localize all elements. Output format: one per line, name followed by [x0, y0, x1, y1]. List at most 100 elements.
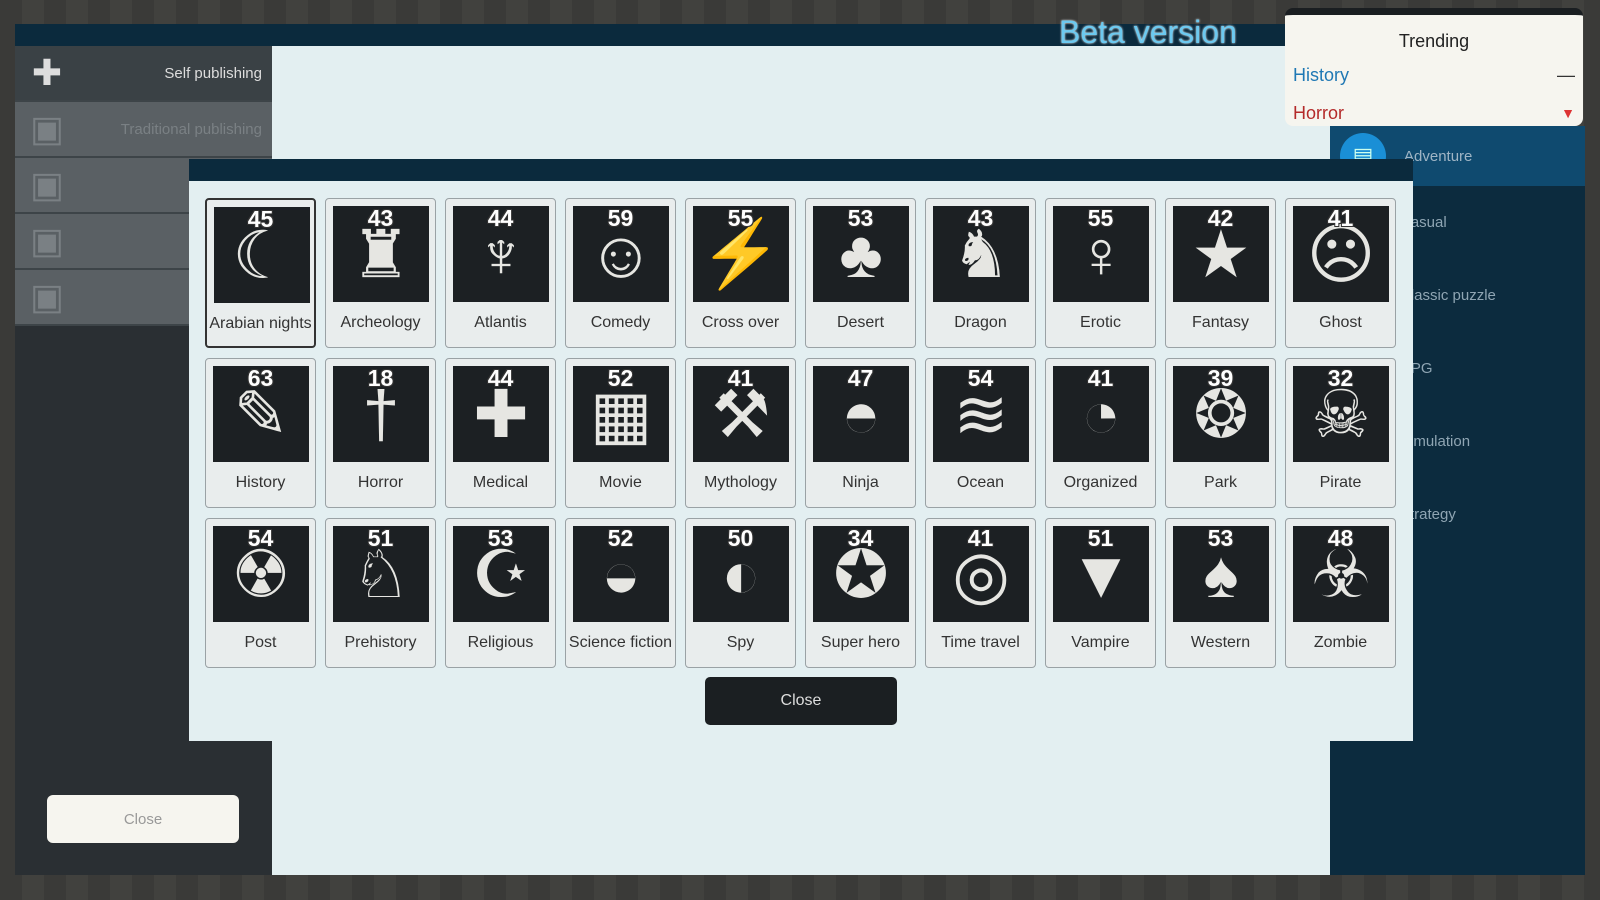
genre-score: 47 — [847, 365, 874, 391]
lock-icon: ▣ — [29, 220, 64, 261]
genre-label: Medical — [472, 474, 529, 491]
genre-score: 54 — [247, 525, 274, 551]
genre-card[interactable]: ◒ 52 Science fiction — [565, 518, 676, 668]
genre-score: 41 — [727, 365, 754, 391]
genre-card[interactable]: ☠ 32 Pirate — [1285, 358, 1396, 508]
genre-card[interactable]: ♘ 51 Prehistory — [325, 518, 436, 668]
genre-score: 18 — [367, 365, 394, 391]
genre-label: Archeology — [340, 314, 421, 331]
genre-label: Religious — [467, 634, 534, 651]
category-label: Adventure — [1404, 147, 1473, 165]
genre-score: 43 — [367, 205, 394, 231]
genre-card[interactable]: ♣ 53 Desert — [805, 198, 916, 348]
genre-label: Ghost — [1319, 314, 1362, 331]
genre-label: Vampire — [1071, 634, 1130, 651]
genre-score: 53 — [847, 205, 874, 231]
genre-score: 50 — [727, 525, 754, 551]
genre-label: Comedy — [590, 314, 651, 331]
trending-title: Trending — [1398, 31, 1470, 51]
plus-icon: ✚ — [31, 52, 63, 93]
genre-score: 51 — [1087, 525, 1114, 551]
genre-card[interactable]: ♀ 55 Erotic — [1045, 198, 1156, 348]
genre-card[interactable]: ▦ 52 Movie — [565, 358, 676, 508]
trending-label: History — [1293, 64, 1350, 85]
genre-label: History — [235, 474, 286, 491]
steady-icon: — — [1557, 64, 1575, 85]
genre-label: Time travel — [941, 634, 1020, 651]
genre-score: 54 — [967, 365, 994, 391]
genre-card[interactable]: ♞ 43 Dragon — [925, 198, 1036, 348]
genre-dialog: ☾ 45 Arabian nights ♜ 43 Archeology ♆ 44 Atlanti… — [189, 159, 1413, 741]
genre-card[interactable]: ✚ 44 Medical — [445, 358, 556, 508]
genre-score: 39 — [1207, 365, 1234, 391]
genre-card[interactable]: ❂ 39 Park — [1165, 358, 1276, 508]
genre-card[interactable]: ⚡ 55 Cross over — [685, 198, 796, 348]
trending-label: Horror — [1293, 102, 1345, 123]
close-button[interactable]: Close — [705, 677, 897, 725]
genre-label: Science fiction — [568, 634, 673, 651]
genre-card[interactable]: ☾ 45 Arabian nights — [205, 198, 316, 348]
genre-card[interactable]: ♠ 53 Western — [1165, 518, 1276, 668]
lock-icon: ▣ — [29, 276, 64, 317]
genre-label: Park — [1204, 474, 1237, 491]
genre-label: Cross over — [701, 314, 780, 331]
genre-score: 32 — [1327, 365, 1354, 391]
genre-card[interactable]: ☹ 41 Ghost — [1285, 198, 1396, 348]
genre-label: Mythology — [704, 474, 777, 491]
genre-score: 53 — [1207, 525, 1234, 551]
sidebar-item[interactable]: ✚ Self publishing — [15, 46, 272, 102]
down-arrow-icon: ▼ — [1561, 105, 1575, 121]
genre-card[interactable]: ⚒ 41 Mythology — [685, 358, 796, 508]
genre-label: Desert — [836, 314, 885, 331]
genre-label: Zombie — [1313, 634, 1368, 651]
trending-item: Horror ▼ — [1285, 98, 1583, 128]
genre-label: Western — [1190, 634, 1251, 651]
genre-card[interactable]: ◓ 47 Ninja — [805, 358, 916, 508]
dialog-header — [189, 159, 1413, 181]
genre-score: 51 — [367, 525, 394, 551]
genre-card[interactable]: ≋ 54 Ocean — [925, 358, 1036, 508]
genre-card[interactable]: ◐ 50 Spy — [685, 518, 796, 668]
trending-panel: Trending History — Horror ▼ — [1285, 8, 1583, 126]
trending-item: History — — [1285, 60, 1583, 90]
genre-score: 52 — [607, 365, 634, 391]
genre-score: 52 — [607, 525, 634, 551]
genre-card[interactable]: ♆ 44 Atlantis — [445, 198, 556, 348]
genre-card[interactable]: ▼ 51 Vampire — [1045, 518, 1156, 668]
genre-card[interactable]: ◎ 41 Time travel — [925, 518, 1036, 668]
genre-score: 34 — [847, 525, 874, 551]
genre-label: Atlantis — [474, 314, 527, 331]
sidebar-close-button[interactable]: Close — [47, 795, 239, 843]
genre-card[interactable]: ✪ 34 Super hero — [805, 518, 916, 668]
genre-score: 45 — [247, 206, 274, 232]
genre-label: Movie — [599, 474, 642, 491]
genre-card[interactable]: ◔ 41 Organized — [1045, 358, 1156, 508]
genre-label: Erotic — [1080, 314, 1121, 331]
genre-score: 59 — [607, 205, 634, 231]
sidebar-item[interactable]: ▣ Traditional publishing — [15, 102, 272, 158]
genre-score: 55 — [727, 205, 754, 231]
genre-card[interactable]: ✎ 63 History — [205, 358, 316, 508]
genre-card[interactable]: † 18 Horror — [325, 358, 436, 508]
genre-card[interactable]: ☪ 53 Religious — [445, 518, 556, 668]
category-label: Classic puzzle — [1400, 287, 1496, 304]
genre-label: Dragon — [954, 314, 1007, 331]
genre-score: 41 — [1087, 365, 1114, 391]
genre-label: Post — [244, 634, 277, 651]
genre-label: Organized — [1063, 474, 1138, 491]
genre-label: Fantasy — [1192, 314, 1249, 331]
genre-card[interactable]: ☺ 59 Comedy — [565, 198, 676, 348]
lock-icon: ▣ — [29, 164, 64, 205]
genre-card[interactable]: ☣ 48 Zombie — [1285, 518, 1396, 668]
sidebar-item-label: Traditional publishing — [120, 120, 262, 138]
genre-label: Prehistory — [344, 634, 417, 651]
genre-card[interactable]: ☢ 54 Post — [205, 518, 316, 668]
genre-card[interactable]: ♜ 43 Archeology — [325, 198, 436, 348]
genre-label: Horror — [357, 474, 404, 491]
beta-version-title: Beta version — [1059, 14, 1237, 50]
genre-label: Ninja — [842, 474, 879, 491]
genre-card[interactable]: ★ 42 Fantasy — [1165, 198, 1276, 348]
genre-label: Spy — [726, 634, 755, 651]
genre-score: 44 — [487, 205, 514, 231]
genre-label: Super hero — [820, 634, 901, 651]
